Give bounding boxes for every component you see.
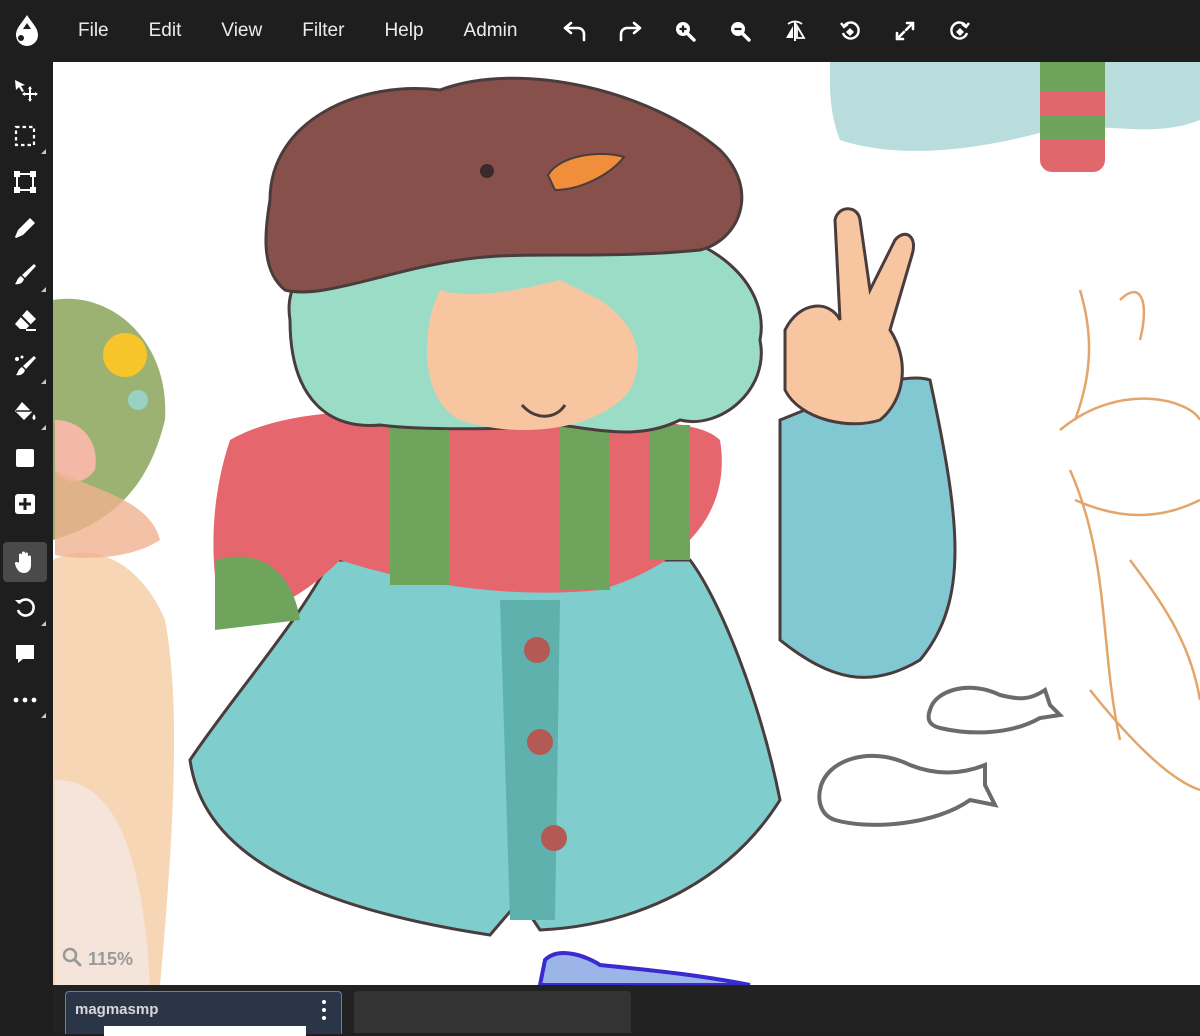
menu-file[interactable]: File	[53, 0, 129, 62]
artwork-right-sketch	[1059, 289, 1200, 792]
top-toolbar	[553, 9, 993, 53]
zoom-magnifier-icon	[62, 947, 82, 972]
zoom-indicator[interactable]: 115%	[62, 947, 133, 972]
bottom-tab-bar: magmasmp	[53, 985, 1200, 1036]
redo-icon[interactable]	[608, 9, 652, 53]
zoom-in-icon[interactable]	[663, 9, 707, 53]
artwork-main-character	[188, 76, 957, 937]
speech-bubble-icon[interactable]	[3, 634, 47, 674]
canvas-artwork	[53, 62, 1200, 985]
artwork-seals	[817, 685, 1065, 827]
main-menu: File Edit View Filter Help Admin	[53, 0, 537, 62]
add-layer-icon[interactable]	[3, 484, 47, 524]
select-move-icon[interactable]	[3, 70, 47, 110]
zoom-level: 115%	[88, 949, 134, 969]
menu-view[interactable]: View	[201, 0, 282, 62]
marquee-select-icon[interactable]	[3, 116, 47, 156]
menu-filter[interactable]: Filter	[282, 0, 364, 62]
fill-bucket-icon[interactable]	[3, 392, 47, 432]
hand-pan-icon[interactable]	[3, 542, 47, 582]
smudge-icon[interactable]	[3, 346, 47, 386]
pen-icon[interactable]	[3, 208, 47, 248]
menu-edit[interactable]: Edit	[129, 0, 202, 62]
droplet-logo-icon[interactable]	[0, 0, 53, 62]
flip-icon[interactable]	[773, 9, 817, 53]
transform-icon[interactable]	[3, 162, 47, 202]
more-icon[interactable]	[3, 680, 47, 720]
drawing-canvas[interactable]	[53, 62, 1200, 985]
rotate-tool-icon[interactable]	[3, 588, 47, 628]
zoom-out-icon[interactable]	[718, 9, 762, 53]
menu-admin[interactable]: Admin	[444, 0, 538, 62]
eraser-icon[interactable]	[3, 300, 47, 340]
artwork-left-character	[53, 298, 175, 985]
undo-icon[interactable]	[553, 9, 597, 53]
tab-thumbnail	[104, 1026, 306, 1036]
tool-sidebar	[0, 62, 53, 1033]
tab-magmasmp[interactable]: magmasmp	[65, 991, 342, 1036]
tab-empty[interactable]	[354, 991, 631, 1033]
fullscreen-icon[interactable]	[883, 9, 927, 53]
top-bar: File Edit View Filter Help Admin	[0, 0, 1200, 62]
rotate-reset-icon[interactable]	[938, 9, 982, 53]
tab-title: magmasmp	[75, 1001, 159, 1018]
rotate-icon[interactable]	[828, 9, 872, 53]
artwork-bottom-scribble	[537, 951, 751, 985]
shape-square-icon[interactable]	[3, 438, 47, 478]
menu-help[interactable]: Help	[364, 0, 443, 62]
artwork-top-right	[829, 62, 1200, 172]
kebab-menu-icon[interactable]	[317, 1000, 331, 1020]
brush-icon[interactable]	[3, 254, 47, 294]
